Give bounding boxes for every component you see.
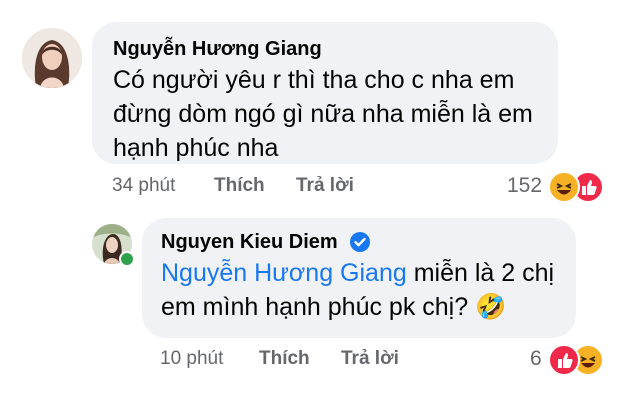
verified-badge-icon	[349, 231, 371, 253]
rofl-emoji-icon: 🤣	[475, 293, 507, 321]
comment-text: Có người yêu r thì tha cho c nha em đừng…	[113, 63, 533, 165]
comment-line: đừng dòm ngó gì nữa nha miễn là em	[113, 100, 533, 128]
mention-link[interactable]: Nguyễn Hương Giang	[161, 259, 407, 287]
avatar[interactable]	[22, 28, 82, 88]
like-button[interactable]: Thích	[214, 175, 265, 197]
reply-like-button[interactable]: Thích	[259, 348, 310, 370]
comment-line: hạnh phúc nha	[113, 134, 279, 162]
reply-line: Nguyễn Hương Giang miễn là 2 chị	[161, 256, 554, 290]
reply-line: em mình hạnh phúc pk chị? 🤣	[161, 290, 554, 324]
reply-reply-button[interactable]: Trả lời	[341, 348, 399, 370]
comment-author[interactable]: Nguyễn Hương Giang	[113, 38, 322, 61]
reaction-count[interactable]: 152	[507, 174, 542, 198]
reply-reaction-count[interactable]: 6	[530, 347, 542, 371]
reply-line-2: em mình hạnh phúc pk chị?	[161, 293, 476, 321]
comment-line: Có người yêu r thì tha cho c nha em	[113, 66, 515, 94]
like-icon	[548, 344, 580, 376]
reply-author[interactable]: Nguyen Kieu Diem	[161, 231, 338, 254]
comment-time[interactable]: 34 phút	[112, 175, 175, 197]
reply-text-rest: miễn là 2 chị	[406, 259, 555, 287]
reply-time[interactable]: 10 phút	[160, 348, 223, 370]
avatar-photo	[22, 28, 82, 88]
reply-button[interactable]: Trả lời	[296, 175, 354, 197]
haha-icon	[548, 171, 580, 203]
online-status-dot	[119, 251, 135, 267]
reply-text: Nguyễn Hương Giang miễn là 2 chị em mình…	[161, 256, 554, 324]
